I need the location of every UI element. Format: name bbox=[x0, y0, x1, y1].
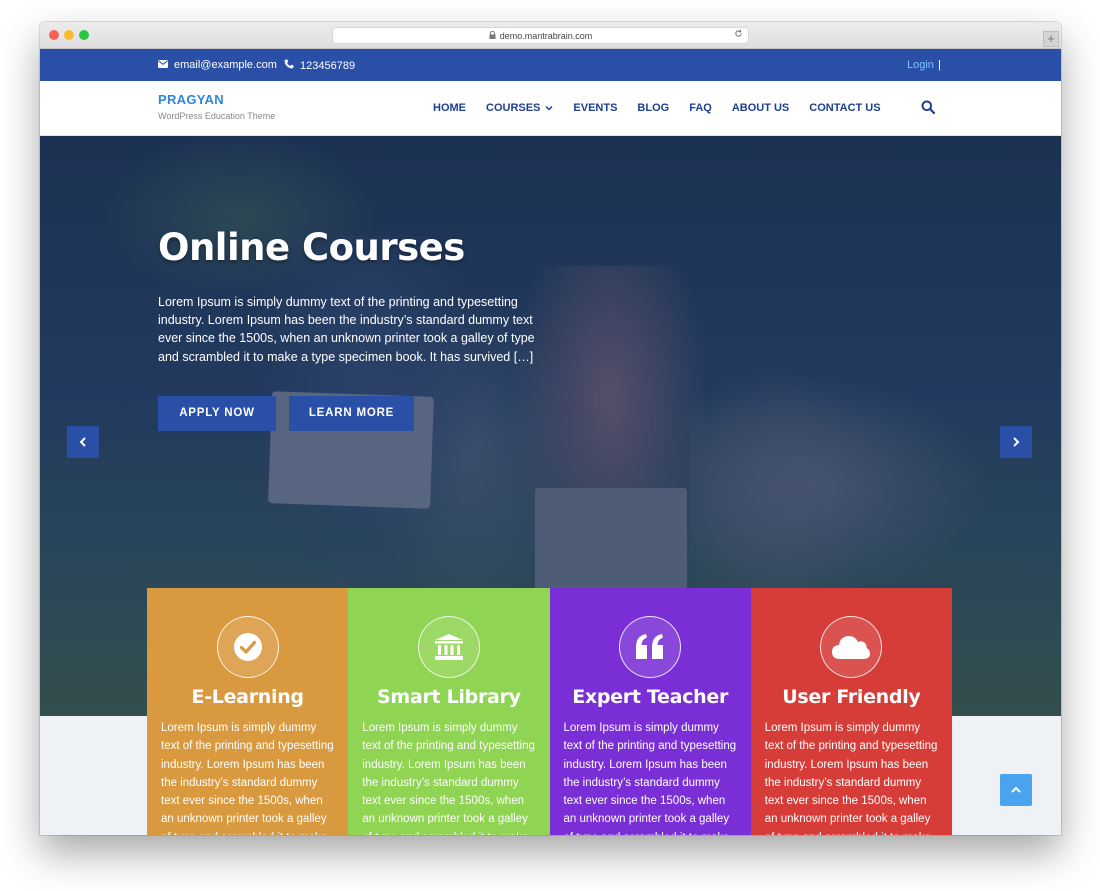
feature-card-smart-library: Smart Library Lorem Ipsum is simply dumm… bbox=[348, 588, 550, 835]
chevron-down-icon bbox=[545, 105, 553, 111]
site-header: PRAGYAN WordPress Education Theme HOME C… bbox=[40, 81, 1061, 136]
site-title[interactable]: PRAGYAN bbox=[158, 92, 275, 107]
lock-icon bbox=[489, 30, 496, 41]
hero-description: Lorem Ipsum is simply dummy text of the … bbox=[158, 295, 535, 364]
phone-text: 123456789 bbox=[300, 59, 356, 72]
features-row: E-Learning Lorem Ipsum is simply dummy t… bbox=[147, 588, 952, 835]
nav-blog[interactable]: BLOG bbox=[637, 102, 669, 114]
feature-description: Lorem Ipsum is simply dummy text of the … bbox=[764, 722, 938, 835]
chevron-right-icon bbox=[1013, 437, 1020, 447]
main-nav: HOME COURSES EVENTS BLOG FAQ ABOUT US CO… bbox=[433, 102, 901, 114]
feature-description: Lorem Ipsum is simply dummy text of the … bbox=[362, 722, 535, 835]
address-bar[interactable]: demo.mantrabrain.com bbox=[332, 27, 749, 44]
nav-courses-label: COURSES bbox=[486, 102, 541, 114]
envelope-icon bbox=[158, 59, 168, 71]
nav-contact-us[interactable]: CONTACT US bbox=[809, 102, 880, 114]
contact-email[interactable]: email@example.com bbox=[158, 59, 277, 71]
cloud-icon bbox=[820, 616, 883, 678]
scroll-to-top-button[interactable] bbox=[1000, 774, 1032, 806]
feature-description: Lorem Ipsum is simply dummy text of the … bbox=[563, 722, 737, 835]
feature-card-e-learning: E-Learning Lorem Ipsum is simply dummy t… bbox=[147, 588, 349, 835]
hero-title: Online Courses bbox=[158, 226, 465, 269]
hero-background-figure bbox=[690, 376, 990, 596]
email-text: email@example.com bbox=[174, 59, 277, 71]
feature-title: Expert Teacher bbox=[572, 686, 729, 708]
bank-icon bbox=[417, 616, 480, 678]
hero-buttons: APPLY NOW LEARN MORE bbox=[158, 395, 543, 431]
nav-about-us[interactable]: ABOUT US bbox=[732, 102, 789, 114]
chevron-left-icon bbox=[79, 437, 86, 447]
chevron-up-icon bbox=[1011, 786, 1021, 793]
check-circle-icon bbox=[216, 616, 279, 678]
hero-background-laptop bbox=[535, 488, 687, 596]
feature-title: E-Learning bbox=[191, 686, 305, 708]
minimize-window-button[interactable] bbox=[64, 30, 74, 40]
site-brand[interactable]: PRAGYAN WordPress Education Theme bbox=[158, 92, 275, 121]
nav-courses[interactable]: COURSES bbox=[486, 102, 553, 114]
contact-phone[interactable]: 123456789 bbox=[284, 59, 355, 72]
browser-titlebar: demo.mantrabrain.com + bbox=[40, 22, 1061, 49]
slider-prev-button[interactable] bbox=[67, 426, 99, 458]
search-icon[interactable] bbox=[921, 100, 937, 116]
feature-card-user-friendly: User Friendly Lorem Ipsum is simply dumm… bbox=[750, 588, 952, 835]
browser-window: demo.mantrabrain.com + email@example.com… bbox=[40, 22, 1061, 835]
nav-home[interactable]: HOME bbox=[433, 102, 466, 114]
nav-faq[interactable]: FAQ bbox=[689, 102, 712, 114]
login-link[interactable]: Login bbox=[907, 59, 934, 71]
feature-description: Lorem Ipsum is simply dummy text of the … bbox=[161, 722, 334, 835]
feature-title: Smart Library bbox=[377, 686, 521, 708]
top-info-bar: email@example.com 123456789 Login | bbox=[40, 49, 1061, 81]
learn-more-button[interactable]: LEARN MORE bbox=[289, 395, 414, 431]
maximize-window-button[interactable] bbox=[79, 30, 89, 40]
phone-icon bbox=[284, 59, 294, 72]
address-bar-url: demo.mantrabrain.com bbox=[499, 30, 593, 41]
slider-next-button[interactable] bbox=[1000, 426, 1032, 458]
feature-title: User Friendly bbox=[782, 686, 921, 708]
nav-events[interactable]: EVENTS bbox=[573, 102, 617, 114]
hero-content: Online Courses Lorem Ipsum is simply dum… bbox=[158, 226, 543, 431]
reload-icon[interactable] bbox=[734, 29, 743, 41]
feature-card-expert-teacher: Expert Teacher Lorem Ipsum is simply dum… bbox=[549, 588, 751, 835]
new-tab-button[interactable]: + bbox=[1043, 31, 1059, 47]
quote-icon bbox=[619, 616, 682, 678]
apply-now-button[interactable]: APPLY NOW bbox=[158, 395, 276, 431]
close-window-button[interactable] bbox=[49, 30, 59, 40]
site-tagline: WordPress Education Theme bbox=[158, 111, 276, 121]
topbar-separator: | bbox=[938, 59, 941, 71]
